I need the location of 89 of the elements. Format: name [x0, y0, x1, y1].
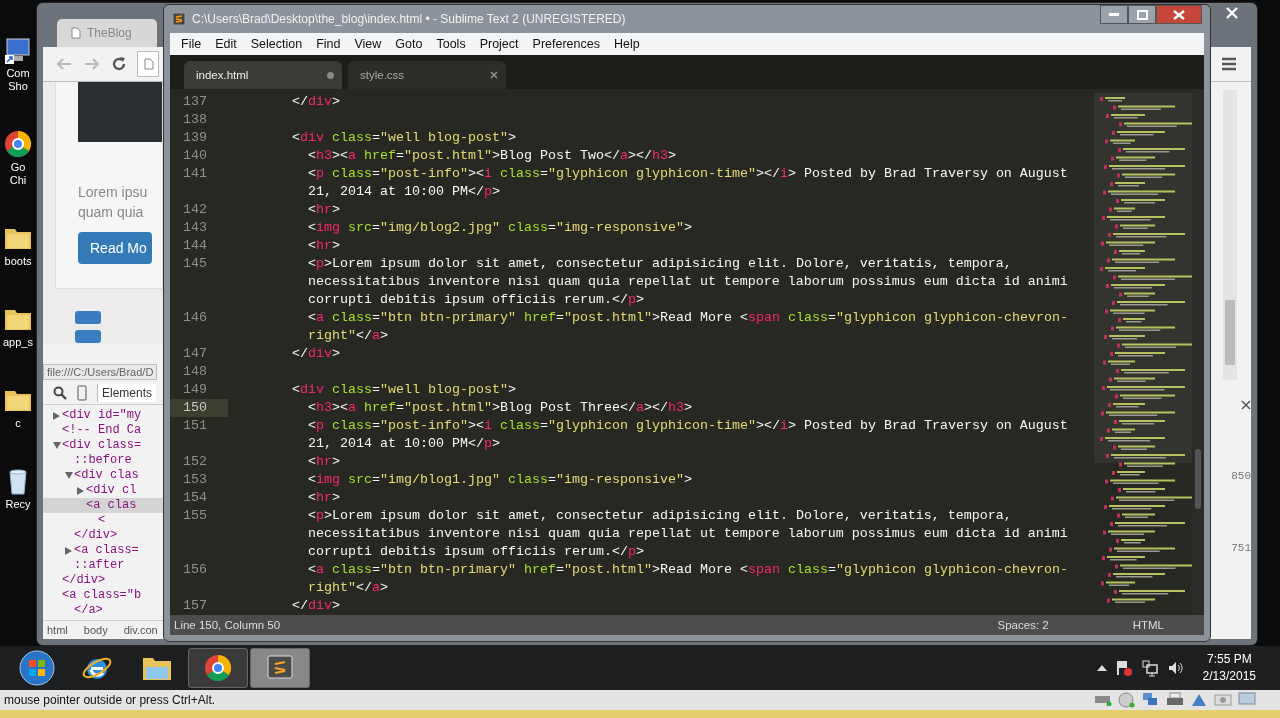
line-number: 145 [182, 255, 208, 273]
dom-tree-row[interactable]: <!-- End Ca [43, 423, 163, 438]
code-line: </div> [291, 597, 341, 615]
code-line: <hr> [307, 489, 341, 507]
line-number: 156 [182, 561, 208, 579]
line-number: 152 [182, 453, 208, 471]
dom-tree-row[interactable]: <a clas [43, 498, 163, 513]
code-line: </div> [291, 93, 341, 111]
post-text: quam quia [78, 203, 145, 222]
code-line: <div class="well blog-post"> [291, 381, 517, 399]
indentation-setting[interactable]: Spaces: 2 [997, 619, 1049, 631]
dom-tree-row[interactable]: <a class="b [43, 588, 163, 603]
menu-item[interactable]: Find [309, 37, 348, 51]
line-number: 155 [182, 507, 208, 525]
code-line: <p>Lorem ipsum dolor sit amet, consectetur adipisicing elit. Dolore, veritatis, tempora, necessitatibus inventore nisi quam quia repellat ut tempore laborum possimus eum dicta id animi corrupti debitis ipsum officiis rerum.</p> [306, 507, 1069, 561]
desktop-icon-label[interactable]: Go Chi [1, 161, 35, 187]
code-line: <p class="post-info"><i class="glyphicon glyphicon-time"></i> Posted by Brad Traversy on August 21, 2014 at 10:00 PM</p> [306, 417, 1069, 453]
menu-item[interactable]: Help [606, 37, 647, 51]
code-line: <div class="well blog-post"> [291, 129, 517, 147]
window-title: C:\Users\Brad\Desktop\the_blog\index.html • - Sublime Text 2 (UNREGISTERED) [192, 12, 627, 26]
line-number: 140 [182, 147, 208, 165]
desktop-icon-label[interactable]: Recy [1, 498, 35, 511]
dom-tree-row[interactable]: </div> [43, 573, 163, 588]
code-line: <p class="post-info"><i class="glyphicon glyphicon-time"></i> Posted by Brad Traversy on August 21, 2014 at 10:00 PM</p> [306, 165, 1069, 201]
menu-item[interactable]: Selection [243, 37, 310, 51]
box-model-value: 751 [1231, 542, 1251, 554]
line-number: 141 [182, 165, 208, 183]
desktop-icon-label[interactable]: Com Sho [1, 67, 35, 93]
desktop-icon-label[interactable]: c [1, 417, 35, 430]
line-number: 148 [182, 363, 208, 381]
code-line: <hr> [307, 201, 341, 219]
line-number: 138 [182, 111, 208, 129]
line-number: 143 [182, 219, 208, 237]
line-number: 144 [182, 237, 208, 255]
file-tab[interactable]: index.html [184, 61, 342, 89]
syntax-setting[interactable]: HTML [1132, 619, 1164, 631]
code-line: <hr> [307, 237, 341, 255]
line-number: 151 [182, 417, 208, 435]
clock[interactable]: 7:55 PM 2/13/2015 [1202, 651, 1256, 685]
file-tab[interactable]: style.css [348, 61, 506, 89]
menu-item[interactable]: View [347, 37, 389, 51]
breadcrumb[interactable]: body [83, 624, 108, 636]
clock-time: 7:55 PM [1206, 651, 1252, 668]
code-line: <h3><a href="post.html">Blog Post Three</a></h3> [307, 399, 693, 417]
line-number: 154 [182, 489, 208, 507]
menu-item[interactable]: Project [472, 37, 526, 51]
breadcrumb[interactable]: html [47, 624, 68, 636]
status-url: file:///C:/Users/Brad/D [43, 364, 158, 380]
dom-tree-row[interactable]: <a class= [43, 543, 163, 558]
code-line: <img src="img/blog2.jpg" class="img-responsive"> [307, 219, 693, 237]
vm-status-message: mouse pointer outside or press Ctrl+Alt. [3, 693, 216, 707]
code-line: <a class="btn btn-primary" href="post.html">Read More <span class="glyphicon glyphicon-chevron-right"</a> [306, 561, 1069, 597]
line-number: 146 [182, 309, 208, 327]
menu-item[interactable]: Edit [208, 37, 244, 51]
line-number: 139 [182, 129, 208, 147]
dom-tree-row[interactable]: <div clas [43, 468, 163, 483]
code-line: <p>Lorem ipsum dolor sit amet, consectetur adipisicing elit. Dolore, veritatis, tempora, necessitatibus inventore nisi quam quia repellat ut tempore laborum possimus eum dicta id animi corrupti debitis ipsum officiis rerum.</p> [306, 255, 1069, 309]
dom-tree-row[interactable]: </div> [43, 528, 163, 543]
line-number: 150 [170, 399, 228, 417]
read-more-button[interactable]: Read Mo [78, 232, 152, 264]
menu-item[interactable]: Goto [388, 37, 430, 51]
dom-tree-row[interactable]: </a> [43, 603, 163, 618]
code-line: <img src="img/blog1.jpg" class="img-responsive"> [307, 471, 693, 489]
dom-tree-row[interactable]: <div id="my [43, 408, 163, 423]
devtools-tab[interactable]: Elements [97, 384, 157, 402]
desktop-icon-label[interactable]: app_s [1, 336, 35, 349]
menu-item[interactable]: Tools [429, 37, 473, 51]
line-number: 137 [182, 93, 208, 111]
code-line: <hr> [307, 453, 341, 471]
code-line: <a class="btn btn-primary" href="post.html">Read More <span class="glyphicon glyphicon-chevron-right"</a> [306, 309, 1069, 345]
line-number: 149 [182, 381, 208, 399]
box-model-value: 850 [1231, 470, 1251, 482]
code-line: <h3><a href="post.html">Blog Post Two</a></h3> [307, 147, 677, 165]
menu-item[interactable]: File [174, 37, 209, 51]
dom-tree-row[interactable]: <div class= [43, 438, 163, 453]
dom-tree-row[interactable]: < [43, 513, 163, 528]
line-number: 147 [182, 345, 208, 363]
dom-tree-row[interactable]: ::before [43, 453, 163, 468]
menu-item[interactable]: Preferences [525, 37, 607, 51]
cursor-position: Line 150, Column 50 [174, 619, 281, 631]
post-text: Lorem ipsu [78, 183, 149, 202]
line-number: 142 [182, 201, 208, 219]
line-number: 153 [182, 471, 208, 489]
clock-date: 2/13/2015 [1202, 668, 1256, 685]
breadcrumb[interactable]: div.con [123, 624, 158, 636]
dom-tree-row[interactable]: ::after [43, 558, 163, 573]
line-number: 157 [182, 597, 208, 615]
code-line: </div> [291, 345, 341, 363]
desktop-icon-label[interactable]: boots [1, 255, 35, 268]
